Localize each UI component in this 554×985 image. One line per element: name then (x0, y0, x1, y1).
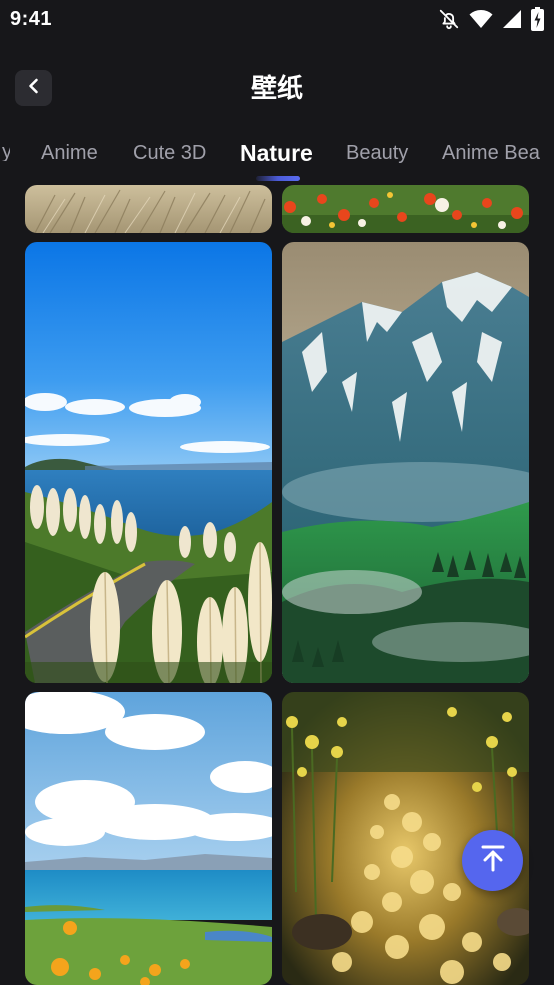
tab-anime[interactable]: Anime (41, 136, 98, 170)
wifi-icon (469, 9, 493, 29)
arrow-up-to-top-icon (478, 843, 508, 878)
wallpaper-screen: 9:41 壁纸 y Anime Cute 3D Nature Beauty An… (0, 0, 554, 985)
flower-meadow-wallpaper[interactable] (282, 185, 529, 233)
snowy-mountain-valley-wallpaper[interactable] (282, 242, 529, 683)
tab-anime-beauty[interactable]: Anime Bea (442, 136, 540, 170)
bell-off-icon (438, 8, 460, 30)
tab-beauty[interactable]: Beauty (346, 136, 408, 170)
tab-nature[interactable]: Nature (240, 136, 313, 170)
seaside-clouds-wallpaper[interactable] (25, 692, 272, 985)
active-tab-indicator (256, 176, 300, 181)
dry-grass-wallpaper[interactable] (25, 185, 272, 233)
pampas-grass-lake-wallpaper[interactable] (25, 242, 272, 683)
battery-charging-icon (531, 7, 544, 31)
scroll-to-top-button[interactable] (462, 830, 523, 891)
status-bar: 9:41 (0, 0, 554, 40)
status-time: 9:41 (10, 8, 53, 30)
page-title: 壁纸 (250, 73, 303, 103)
signal-icon (502, 9, 522, 29)
category-tabs: Anime Cute 3D Nature Beauty Anime Bea (0, 136, 554, 184)
tab-cute-3d[interactable]: Cute 3D (133, 136, 206, 170)
status-icons (438, 7, 544, 31)
